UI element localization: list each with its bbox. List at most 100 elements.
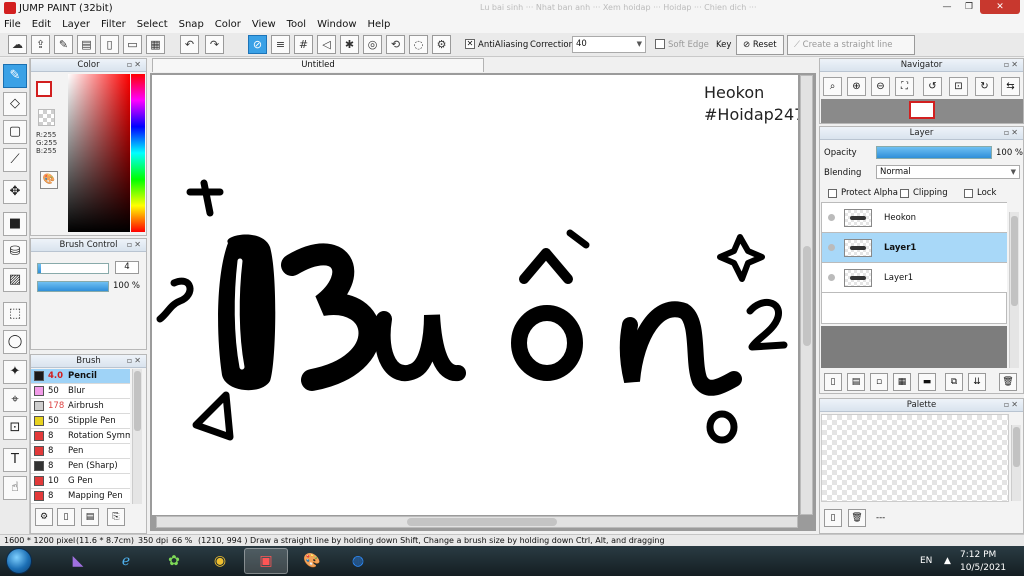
layers-scrollbar[interactable]: [1009, 212, 1019, 368]
brush-menu-icon[interactable]: ▤: [81, 508, 99, 526]
panel-float-close-icons[interactable]: ▫✕: [1004, 59, 1020, 71]
layers-scroll-thumb[interactable]: [1011, 216, 1018, 306]
share-icon[interactable]: ⇪: [31, 35, 50, 54]
gradient-tool-icon[interactable]: ▨: [3, 268, 27, 292]
paint-icon[interactable]: 🎨: [290, 548, 334, 574]
vanish-snap-icon[interactable]: ◁: [317, 35, 336, 54]
move-tool-icon[interactable]: ✥: [3, 180, 27, 204]
grid-snap-icon[interactable]: #: [294, 35, 313, 54]
menu-edit[interactable]: Edit: [32, 19, 51, 30]
rectangle-tool-icon[interactable]: ▢: [3, 120, 27, 144]
brush-size-slider[interactable]: [37, 263, 109, 274]
panel-float-close-icons[interactable]: ▫✕: [127, 239, 143, 251]
menu-view[interactable]: View: [252, 19, 276, 30]
radial-snap-icon[interactable]: ✱: [340, 35, 359, 54]
blending-select[interactable]: Normal ▼: [876, 165, 1020, 179]
zoom-fit-icon[interactable]: ⌕: [823, 77, 842, 96]
brush-item[interactable]: 50 Blur: [31, 384, 130, 399]
start-button-icon[interactable]: [6, 548, 32, 574]
brush-item[interactable]: 8 Mapping Pen: [31, 489, 130, 504]
brush-item[interactable]: 8 Rotation Symm: [31, 429, 130, 444]
eraser-tool-icon[interactable]: ◇: [3, 92, 27, 116]
cloud-icon[interactable]: ☁: [8, 35, 27, 54]
lock-checkbox[interactable]: [964, 188, 973, 198]
parallel-snap-icon[interactable]: ≡: [271, 35, 290, 54]
saturation-value-picker[interactable]: [68, 74, 130, 232]
brush-settings-icon[interactable]: ⚙: [35, 508, 53, 526]
layer-row[interactable]: Layer1: [822, 263, 1007, 293]
zalo-icon[interactable]: ◍: [336, 548, 380, 574]
lasso-tool-icon[interactable]: ◯: [3, 330, 27, 354]
new-palette-icon[interactable]: ▯: [824, 509, 842, 527]
greenleaf-app-icon[interactable]: ✿: [152, 548, 196, 574]
protect-alpha-option[interactable]: Protect Alpha: [828, 188, 898, 198]
document-icon[interactable]: ▯: [100, 35, 119, 54]
brush-size-value[interactable]: 4: [115, 261, 139, 274]
select-pen-tool-icon[interactable]: ⌖: [3, 388, 27, 412]
close-icon[interactable]: ✕: [980, 0, 1020, 14]
menu-help[interactable]: Help: [368, 19, 391, 30]
tray-chevron-icon[interactable]: ▲: [944, 555, 951, 567]
brush-list-scroll-thumb[interactable]: [134, 371, 141, 431]
brush-export-icon[interactable]: ⎘: [107, 508, 125, 526]
delete-palette-icon[interactable]: 🗑: [848, 509, 866, 527]
menu-color[interactable]: Color: [215, 19, 241, 30]
menu-filter[interactable]: Filter: [101, 19, 126, 30]
canvas-horizontal-scrollbar[interactable]: [156, 516, 798, 528]
select-eraser-tool-icon[interactable]: ⊡: [3, 416, 27, 440]
snap-settings-icon[interactable]: ⚙: [432, 35, 451, 54]
new-screentone-icon[interactable]: ▦: [893, 373, 911, 391]
palette-scrollbar[interactable]: [1011, 425, 1021, 501]
canvas-vertical-scroll-thumb[interactable]: [803, 246, 811, 346]
page-icon[interactable]: ▭: [123, 35, 142, 54]
chrome-icon[interactable]: ◉: [198, 548, 242, 574]
antialiasing-checkbox[interactable]: ✕: [465, 39, 475, 49]
select-rect-tool-icon[interactable]: ⬚: [3, 302, 27, 326]
menu-select[interactable]: Select: [137, 19, 168, 30]
menu-tool[interactable]: Tool: [287, 19, 306, 30]
grid-layout-icon[interactable]: ▦: [146, 35, 165, 54]
minimize-icon[interactable]: —: [936, 0, 958, 14]
internet-explorer-icon[interactable]: ℯ: [104, 548, 148, 574]
drawing-canvas[interactable]: Heokon #Hoidap247: [152, 75, 798, 515]
menu-window[interactable]: Window: [317, 19, 356, 30]
brush-opacity-slider[interactable]: [37, 281, 109, 292]
new-layer-icon[interactable]: ▯: [824, 373, 842, 391]
curve-snap-icon[interactable]: ⟲: [386, 35, 405, 54]
clock-time[interactable]: 7:12 PM: [960, 549, 996, 561]
create-straight-line-button[interactable]: ⟋ Create a straight line: [787, 35, 915, 55]
clock-date[interactable]: 10/5/2021: [960, 562, 1006, 574]
navigator-view-box[interactable]: [909, 101, 935, 119]
foreground-color-swatch[interactable]: [36, 81, 52, 97]
rotate-right-icon[interactable]: ↻: [975, 77, 994, 96]
layer-opacity-slider[interactable]: [876, 146, 992, 159]
text-tool-icon[interactable]: T: [3, 448, 27, 472]
layer-row[interactable]: Heokon: [822, 203, 1007, 233]
document-tab[interactable]: Untitled: [152, 58, 484, 72]
bucket-tool-icon[interactable]: ⛁: [3, 240, 27, 264]
protect-alpha-checkbox[interactable]: [828, 188, 837, 198]
brush-tool-icon[interactable]: ✎: [3, 64, 27, 88]
soft-edge-checkbox[interactable]: [655, 39, 665, 49]
panel-float-close-icons[interactable]: ▫✕: [1004, 399, 1020, 411]
visibility-icon[interactable]: [828, 214, 835, 221]
menu-snap[interactable]: Snap: [179, 19, 204, 30]
reset-rotation-icon[interactable]: ⊡: [949, 77, 968, 96]
comment-icon[interactable]: ✎: [54, 35, 73, 54]
navigator-preview[interactable]: [821, 99, 1023, 123]
merge-layer-icon[interactable]: ⇊: [968, 373, 986, 391]
hue-slider[interactable]: [131, 74, 145, 232]
new-brush-icon[interactable]: ▯: [57, 508, 75, 526]
menu-layer[interactable]: Layer: [62, 19, 90, 30]
correction-select[interactable]: 40 ▼: [572, 36, 646, 53]
circle-snap-icon[interactable]: ◎: [363, 35, 382, 54]
brush-item[interactable]: 10 G Pen: [31, 474, 130, 489]
menu-file[interactable]: File: [4, 19, 21, 30]
transparent-color-swatch[interactable]: [38, 109, 55, 126]
jump-paint-taskbar-icon[interactable]: ▣: [244, 548, 288, 574]
redo-icon[interactable]: ↷: [205, 35, 224, 54]
color-palette-icon[interactable]: 🎨: [40, 171, 58, 189]
ellipse-snap-icon[interactable]: ◌: [409, 35, 428, 54]
duplicate-layer-icon[interactable]: ⧉: [945, 373, 963, 391]
panel-float-close-icons[interactable]: ▫✕: [127, 59, 143, 71]
